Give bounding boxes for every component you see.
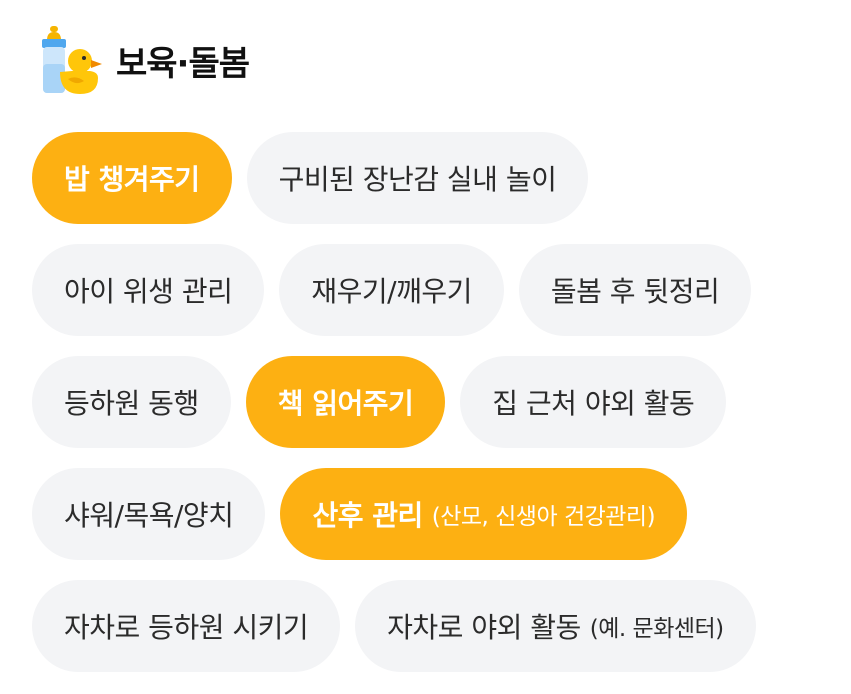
task-chip-label: 산후 관리 — [312, 499, 423, 532]
task-chip[interactable]: 집 근처 야외 활동 — [460, 356, 727, 448]
task-chip[interactable]: 책 읽어주기 — [245, 356, 446, 448]
task-chip[interactable]: 자차로 등하원 시키기 — [32, 580, 341, 672]
task-chip[interactable]: 샤워/목욕/양치 — [32, 468, 266, 560]
task-chip-sublabel: (산모, 신생아 건강관리) — [431, 504, 656, 530]
chip-row: 등하원 동행 책 읽어주기 집 근처 야외 활동 — [32, 356, 832, 448]
task-chip-label: 재우기/깨우기 — [311, 275, 472, 308]
task-chip[interactable]: 재우기/깨우기 — [279, 244, 504, 336]
task-chip-label: 구비된 장난감 실내 놀이 — [278, 163, 557, 196]
task-chip-label: 샤워/목욕/양치 — [64, 499, 234, 532]
task-chip[interactable]: 자차로 야외 활동 (예. 문화센터) — [355, 580, 756, 672]
chip-row: 샤워/목욕/양치 산후 관리 (산모, 신생아 건강관리) — [32, 468, 832, 560]
section-title: 보육·돌봄 — [116, 43, 250, 84]
chip-row: 아이 위생 관리 재우기/깨우기 돌봄 후 뒷정리 — [32, 244, 832, 336]
task-chip-list: 밥 챙겨주기 구비된 장난감 실내 놀이아이 위생 관리 재우기/깨우기 돌봄 후 뒷… — [32, 132, 832, 692]
task-chip[interactable]: 구비된 장난감 실내 놀이 — [246, 132, 589, 224]
chip-row: 밥 챙겨주기 구비된 장난감 실내 놀이 — [32, 132, 832, 224]
task-chip[interactable]: 밥 챙겨주기 — [32, 132, 232, 224]
task-chip-label: 아이 위생 관리 — [64, 275, 233, 308]
task-chip-sublabel: (예. 문화센터) — [589, 616, 724, 642]
task-chip[interactable]: 아이 위생 관리 — [32, 244, 265, 336]
section-header: 보육·돌봄 — [36, 24, 250, 96]
task-chip[interactable]: 돌봄 후 뒷정리 — [518, 244, 752, 336]
task-chip-label: 밥 챙겨주기 — [64, 163, 200, 196]
task-chip-label: 자차로 야외 활동 — [387, 611, 581, 644]
task-chip-label: 돌봄 후 뒷정리 — [550, 275, 720, 308]
task-chip-label: 등하원 동행 — [64, 387, 199, 420]
chip-row: 자차로 등하원 시키기 자차로 야외 활동 (예. 문화센터) — [32, 580, 832, 672]
task-chip[interactable]: 등하원 동행 — [32, 356, 231, 448]
task-chip-label: 자차로 등하원 시키기 — [64, 611, 309, 644]
task-chip[interactable]: 산후 관리 (산모, 신생아 건강관리) — [280, 468, 688, 560]
baby-bottle-duck-icon — [42, 26, 102, 94]
task-chip-label: 책 읽어주기 — [277, 387, 414, 420]
task-chip-label: 집 근처 야외 활동 — [492, 387, 695, 420]
